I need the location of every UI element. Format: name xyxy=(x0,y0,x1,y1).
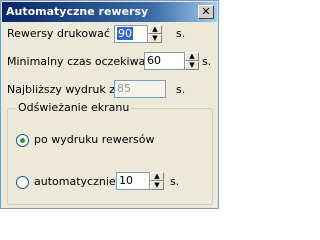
dialog-window: Automatyczne rewersy ✕ Rewersy drukować … xyxy=(0,0,219,209)
refresh-group: Odświeżanie ekranu po wydruku rewersów a… xyxy=(7,101,213,205)
spin-down-icon[interactable]: ▼ xyxy=(148,34,162,43)
spin-up-icon[interactable]: ▲ xyxy=(148,25,162,34)
min-wait-input[interactable]: 60 xyxy=(144,52,185,70)
window-title: Automatyczne rewersy xyxy=(6,5,149,18)
auto-interval-value: 10 xyxy=(119,174,133,187)
print-every-value: 90 xyxy=(117,27,133,40)
print-every-label: Rewersy drukować co xyxy=(7,27,127,40)
next-print-value: 85 xyxy=(117,82,131,95)
spin-down-icon[interactable]: ▼ xyxy=(185,61,199,70)
close-icon: ✕ xyxy=(201,5,211,18)
auto-interval-input[interactable]: 10 xyxy=(116,172,150,190)
print-every-unit: s. xyxy=(176,27,186,40)
title-bar: Automatyczne rewersy ✕ xyxy=(2,2,217,22)
min-wait-value: 60 xyxy=(147,54,161,67)
next-print-input: 85 xyxy=(114,80,166,98)
min-wait-spinner[interactable]: ▲ ▼ xyxy=(185,52,199,70)
refresh-group-title: Odświeżanie ekranu xyxy=(16,101,132,114)
radio-auto[interactable] xyxy=(16,176,29,189)
min-wait-unit: s. xyxy=(202,55,212,68)
print-every-input[interactable]: 90 xyxy=(114,25,148,43)
print-every-spinner[interactable]: ▲ ▼ xyxy=(148,25,162,43)
auto-interval-spinner[interactable]: ▲ ▼ xyxy=(150,172,164,190)
auto-interval-unit: s. xyxy=(170,175,180,188)
radio-after-print[interactable] xyxy=(16,134,29,147)
close-button[interactable]: ✕ xyxy=(198,5,214,19)
radio-after-print-label[interactable]: po wydruku rewersów xyxy=(34,133,154,146)
next-print-label: Najbliższy wydruk za: xyxy=(7,83,126,96)
spin-up-icon[interactable]: ▲ xyxy=(150,172,164,181)
spin-down-icon[interactable]: ▼ xyxy=(150,181,164,190)
min-wait-label: Minimalny czas oczekiwania: xyxy=(7,55,166,68)
next-print-unit: s. xyxy=(176,83,186,96)
spin-up-icon[interactable]: ▲ xyxy=(185,52,199,61)
